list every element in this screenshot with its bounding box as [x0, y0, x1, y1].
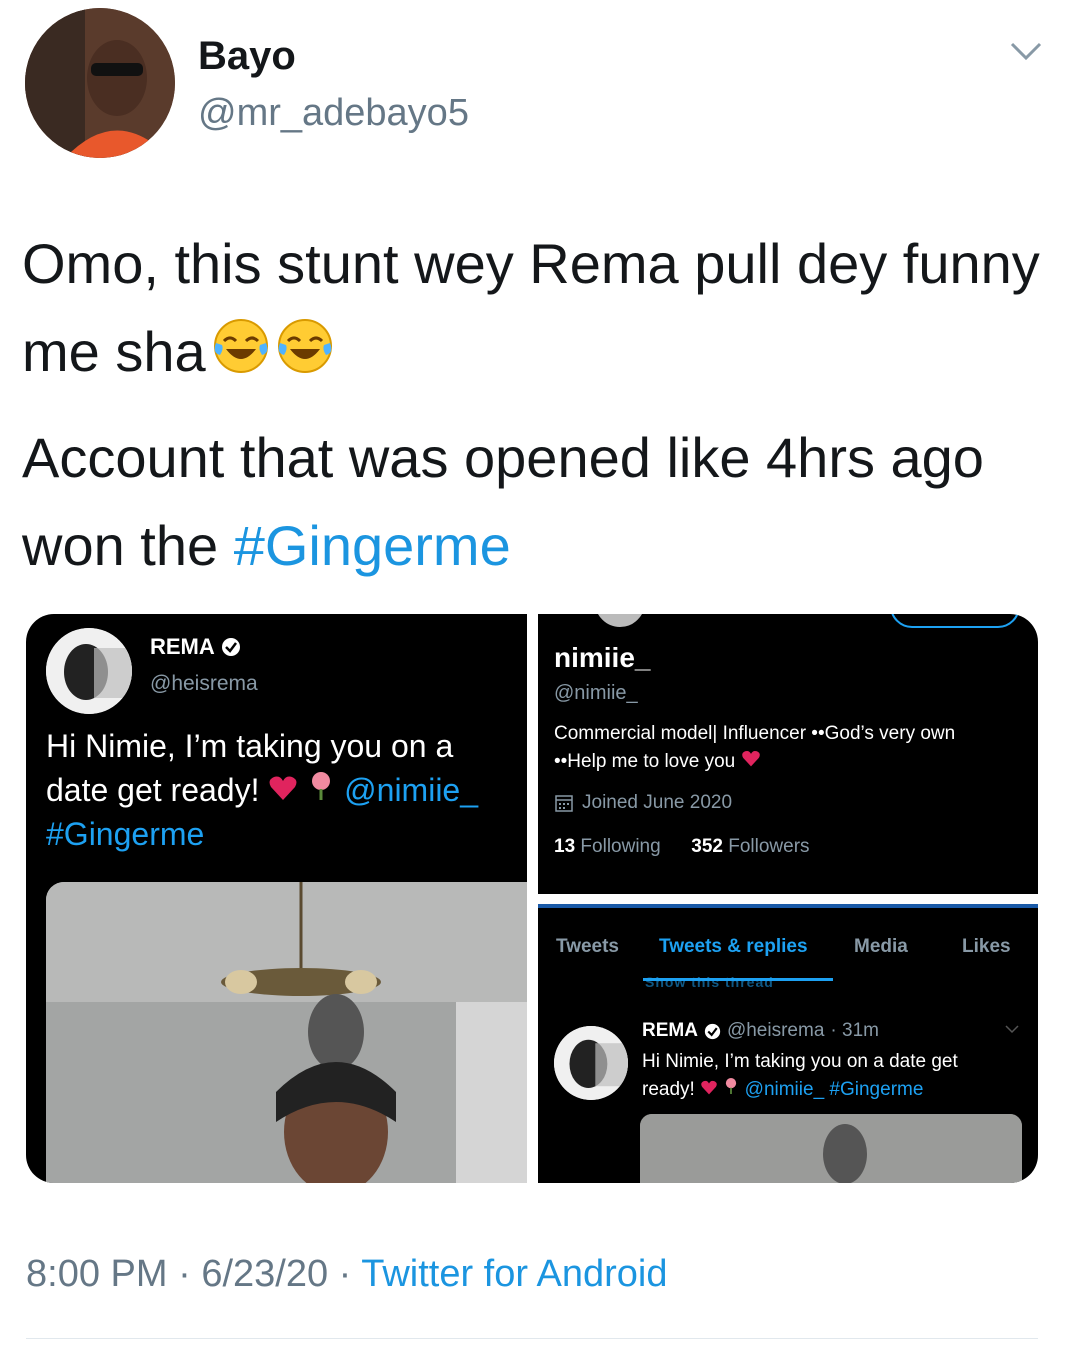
rema-avatar: [46, 628, 132, 714]
rema-name-text: REMA: [150, 634, 215, 659]
tweet-date: 6/23/20: [201, 1253, 329, 1295]
profile-name: nimiie_: [554, 642, 651, 673]
show-thread-ghost-text: Show this thread: [645, 974, 774, 990]
rema-handle: @heisrema: [150, 672, 258, 695]
author-handle[interactable]: @mr_adebayo5: [198, 92, 469, 135]
rema-tweet-text: Hi Nimie, I’m taking you on a date get r…: [46, 724, 521, 856]
rose-emoji-icon: [723, 1078, 739, 1100]
mention-link: @nimiie_: [344, 772, 479, 808]
following-label: Following: [580, 836, 661, 857]
tab-tweets: Tweets: [556, 936, 620, 957]
mini-tweet-avatar: [554, 1026, 628, 1100]
tweet-paragraph-2: Account that was opened like 4hrs ago wo…: [22, 414, 1052, 590]
chevron-down-icon[interactable]: [1008, 40, 1044, 64]
profile-joined: Joined June 2020: [554, 792, 732, 814]
media-rema-tweet[interactable]: REMA @heisrema Hi Nimie, I’m taking you …: [26, 614, 527, 1183]
heart-emoji-icon: [741, 750, 761, 772]
rema-name: REMA: [150, 634, 241, 660]
tab-media: Media: [854, 936, 908, 957]
mini-tweet-line-1: Hi Nimie, I’m taking you on a date get: [642, 1051, 958, 1072]
mini-tweet-photo: [640, 1114, 1022, 1183]
rose-emoji-icon: [307, 772, 335, 808]
media-profile-tweets[interactable]: Tweets Tweets & replies Media Likes Show…: [538, 904, 1038, 1183]
profile-follow-counts: 13 Following 352 Followers: [554, 836, 810, 858]
tweet-line-1: Omo, this stunt wey Rema pull dey funny …: [22, 232, 1040, 383]
mini-tweet-header: REMA @heisrema · 31m: [642, 1020, 879, 1042]
hashtag-link[interactable]: #Gingerme: [234, 514, 511, 577]
mini-tweet-line-2: ready!: [642, 1079, 695, 1100]
tab-likes: Likes: [962, 936, 1011, 957]
bio-line-2: ••Help me to love you: [554, 751, 736, 772]
mini-tweet-time: · 31m: [830, 1020, 879, 1041]
profile-handle: @nimiie_: [554, 682, 638, 704]
profile-avatar: [592, 614, 648, 630]
divider: [26, 1338, 1038, 1339]
tweet-source-link[interactable]: Twitter for Android: [361, 1253, 667, 1295]
photo-thumbnail: [46, 882, 527, 1183]
mention-link: @nimiie_: [744, 1079, 825, 1100]
media-profile-card[interactable]: nimiie_ @nimiie_ Commercial model| Influ…: [538, 614, 1038, 894]
tweet-paragraph-1: Omo, this stunt wey Rema pull dey funny …: [22, 220, 1052, 400]
tears-of-joy-emoji-icon: [212, 312, 270, 400]
tweet-text: Omo, this stunt wey Rema pull dey funny …: [22, 220, 1052, 590]
followers-count: 352: [691, 836, 723, 857]
chevron-down-icon: [1005, 1025, 1019, 1034]
mini-tweet-handle: @heisrema: [726, 1020, 825, 1041]
followers-label: Followers: [728, 836, 810, 857]
author-avatar[interactable]: [25, 8, 175, 158]
separator-dot: ·: [338, 1253, 352, 1295]
mini-tweet-text: Hi Nimie, I’m taking you on a date get r…: [642, 1048, 1022, 1104]
following-count: 13: [554, 836, 576, 857]
mini-tweet-name: REMA: [642, 1020, 698, 1041]
hashtag-link: #Gingerme: [829, 1079, 924, 1100]
tweet-metadata: 8:00 PM · 6/23/20 · Twitter for Android: [26, 1253, 667, 1296]
calendar-icon: [555, 795, 573, 812]
heart-emoji-icon: [268, 772, 298, 808]
follow-button: [890, 614, 1020, 628]
tab-tweets-replies: Tweets & replies: [659, 936, 808, 957]
tweet-time: 8:00 PM: [26, 1253, 168, 1295]
hashtag-link: #Gingerme: [46, 816, 205, 852]
verified-badge-icon: [704, 1023, 721, 1039]
verified-badge-icon: [221, 638, 240, 656]
separator-dot: ·: [178, 1253, 191, 1295]
joined-text: Joined June 2020: [582, 792, 733, 813]
bio-line-1: Commercial model| Influencer ••God’s ver…: [554, 723, 956, 744]
heart-emoji-icon: [700, 1079, 718, 1100]
media-grid[interactable]: REMA @heisrema Hi Nimie, I’m taking you …: [26, 614, 1038, 1183]
profile-tab-bar: Tweets Tweets & replies Media Likes Show…: [538, 904, 1038, 990]
author-display-name[interactable]: Bayo: [198, 34, 296, 79]
tears-of-joy-emoji-icon: [276, 312, 334, 400]
profile-bio: Commercial model| Influencer ••God’s ver…: [554, 720, 1024, 776]
